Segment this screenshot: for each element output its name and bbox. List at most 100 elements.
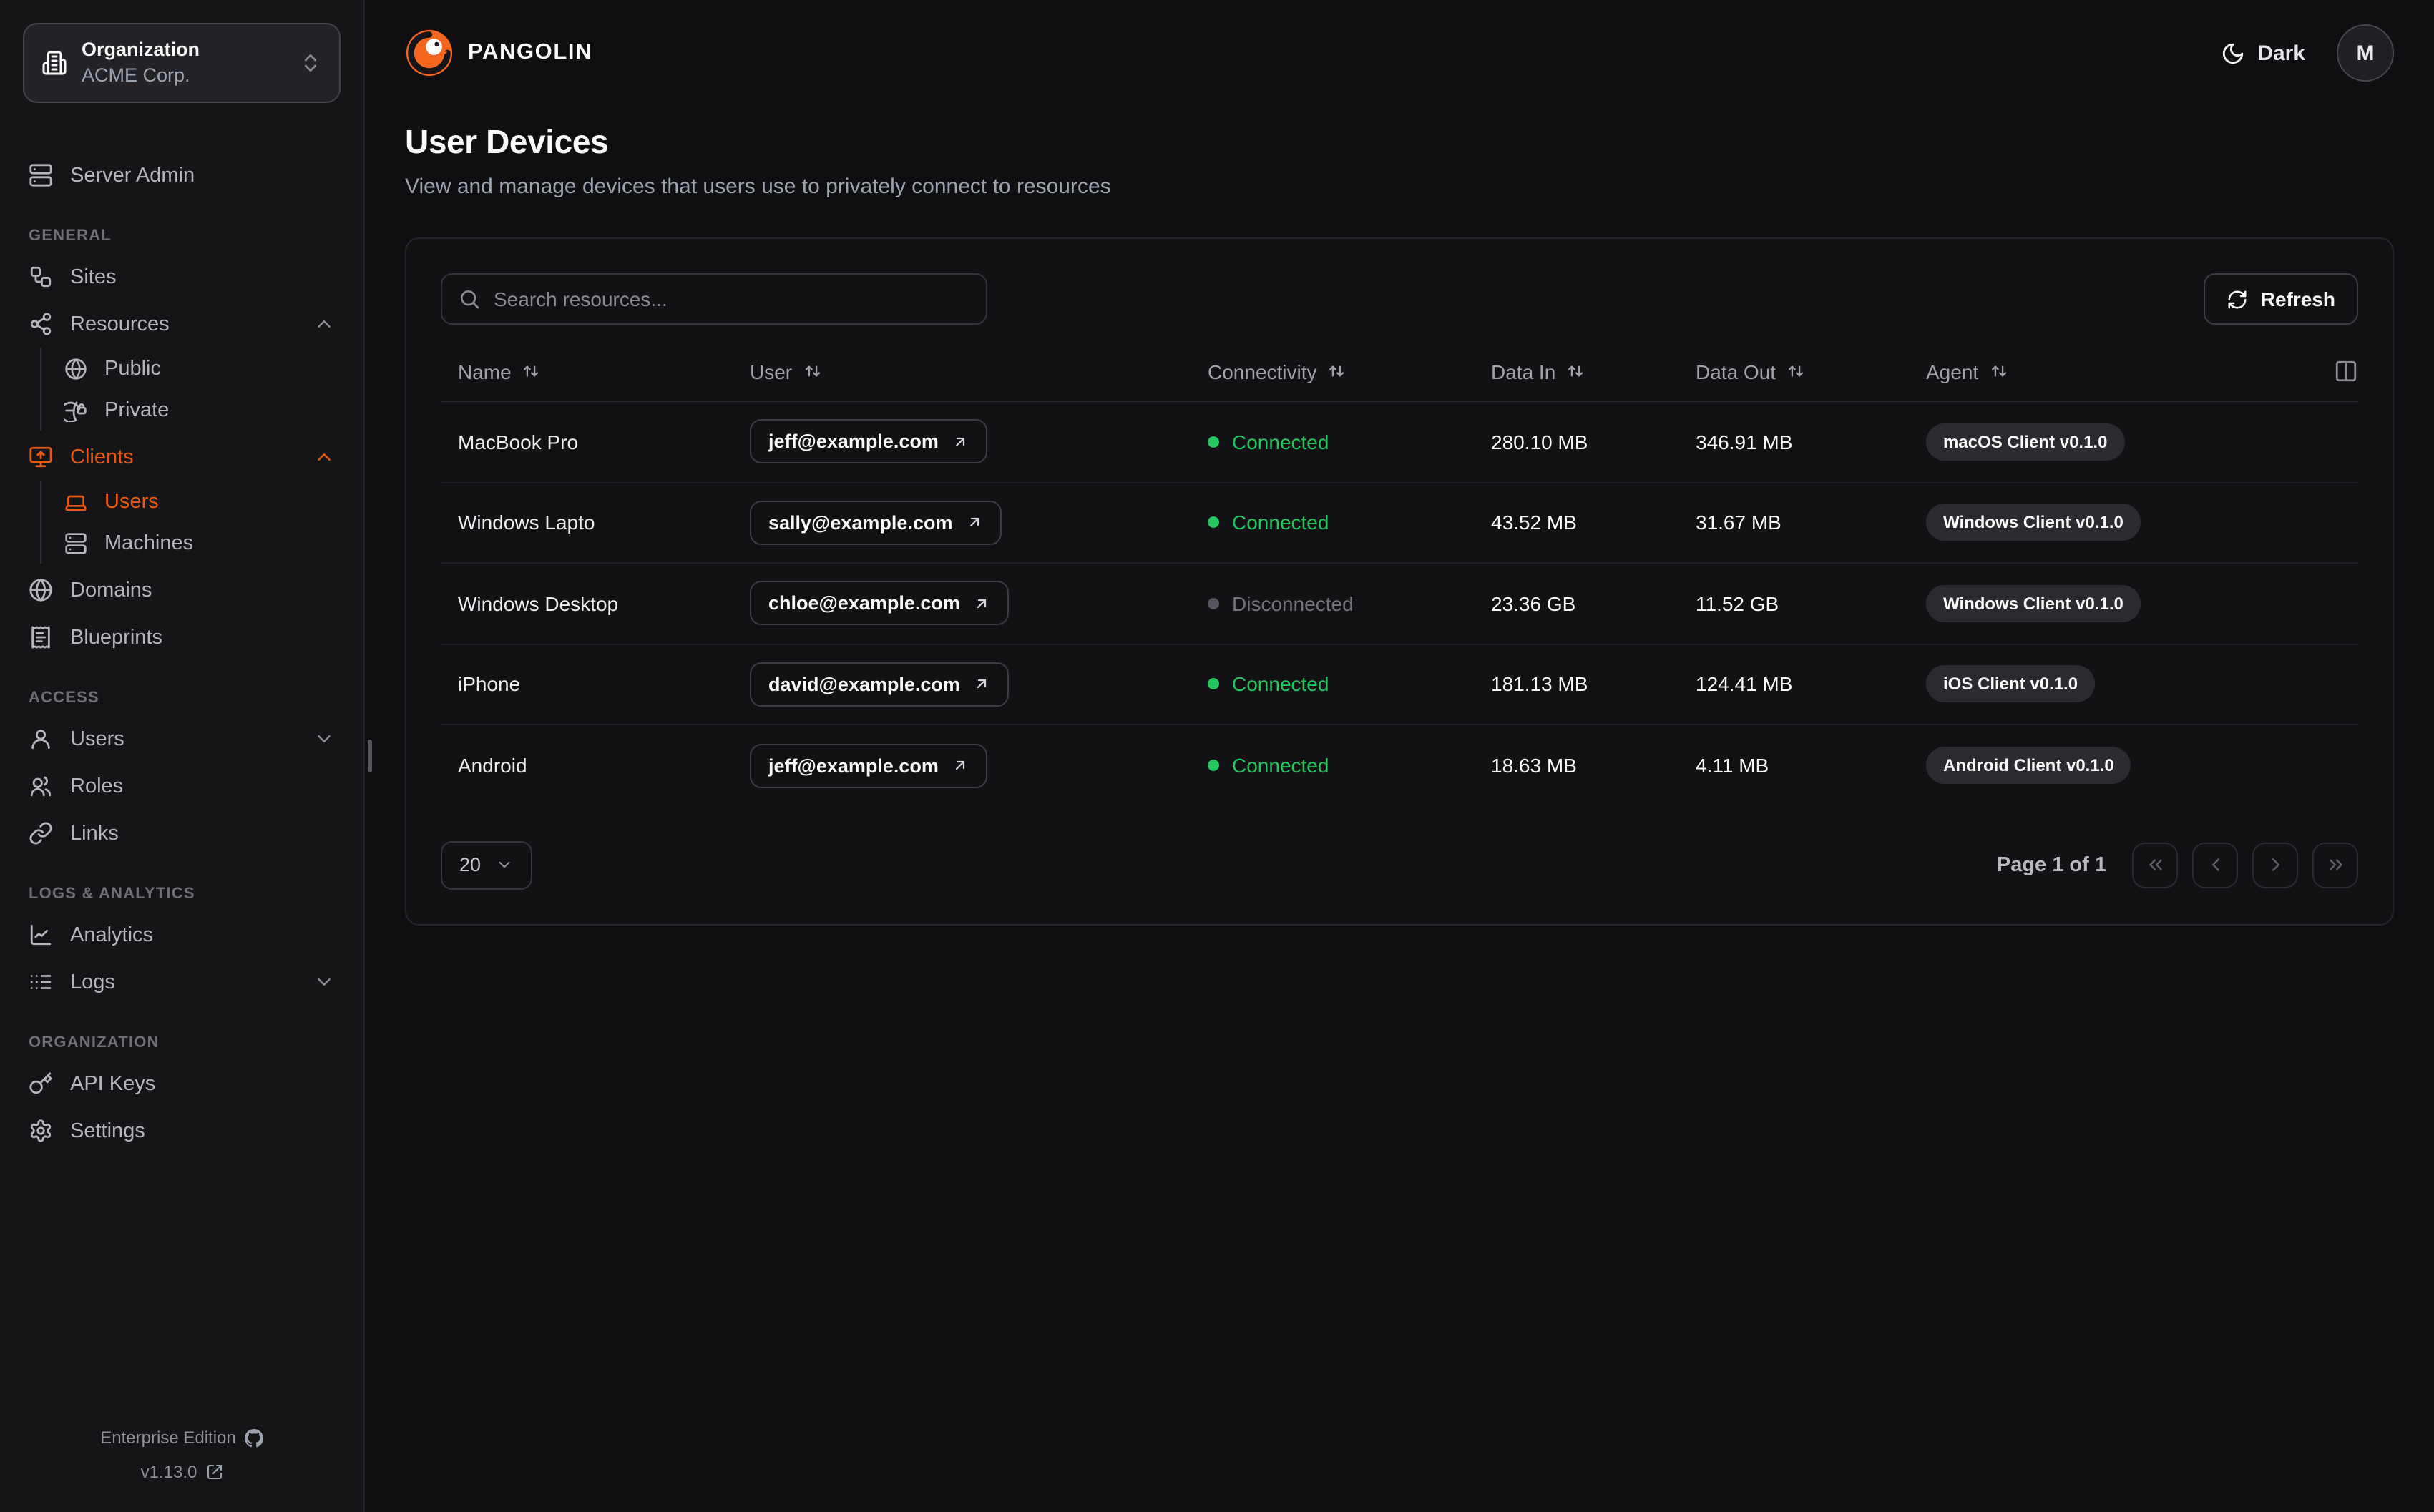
main-area: PANGOLIN Dark M User Devices View and ma… [365,0,2434,1512]
arrow-up-right-icon [952,433,969,451]
column-header-data-out[interactable]: Data Out [1696,360,1926,383]
sidebar-item-sites[interactable]: Sites [23,254,341,301]
refresh-button[interactable]: Refresh [2203,273,2358,325]
theme-toggle[interactable]: Dark [2220,41,2305,65]
data-in-value: 181.13 MB [1491,672,1588,696]
sidebar-scrollbar-thumb[interactable] [368,740,372,772]
server-icon [64,532,87,555]
sidebar-item-label: Resources [70,313,170,336]
globe-lock-icon [64,399,87,422]
pangolin-logo-icon [405,29,454,77]
sidebar-item-label: Settings [70,1119,145,1143]
chevron-down-icon[interactable] [313,972,335,993]
sidebar-item-private[interactable]: Private [59,390,341,431]
user-icon [29,727,53,752]
avatar[interactable]: M [2337,24,2394,82]
sidebar-item-public[interactable]: Public [59,348,341,390]
data-in-value: 18.63 MB [1491,754,1577,777]
page-label: Page 1 of 1 [1996,853,2106,876]
resources-children: Public Private [40,348,341,431]
chevrons-up-down-icon [299,51,322,74]
gear-icon [29,1119,53,1144]
chevron-up-icon[interactable] [313,314,335,335]
sidebar-item-settings[interactable]: Settings [23,1108,341,1155]
sidebar-item-clients[interactable]: Clients [23,434,341,481]
org-selector[interactable]: Organization ACME Corp. [23,23,341,104]
user-link-chip[interactable]: jeff@example.com [750,419,987,464]
page-content: User Devices View and manage devices tha… [365,106,2434,925]
sidebar-item-label: Roles [70,775,124,798]
agent-badge: Android Client v0.1.0 [1926,747,2131,785]
server-icon [29,164,53,188]
sidebar-item-api-keys[interactable]: API Keys [23,1061,341,1108]
column-header-user[interactable]: User [750,360,1208,383]
sidebar-item-blueprints[interactable]: Blueprints [23,614,341,662]
external-link-icon[interactable] [205,1463,223,1481]
sidebar-item-label: Clients [70,446,134,469]
sidebar-item-client-machines[interactable]: Machines [59,523,341,564]
github-icon[interactable] [244,1428,263,1447]
devices-card: Refresh Name User Con [405,237,2394,925]
refresh-icon [2227,288,2248,310]
link-icon [29,822,53,846]
agent-badge: Windows Client v0.1.0 [1926,504,2141,541]
search-icon [458,288,481,310]
sidebar-item-roles[interactable]: Roles [23,763,341,810]
data-out-value: 11.52 GB [1696,591,1779,615]
sidebar-item-domains[interactable]: Domains [23,567,341,614]
sidebar-item-label: Links [70,822,119,845]
table-header-row: Name User Connectivity Data In Data Out … [441,345,2358,402]
status-dot [1208,436,1219,448]
device-name: Windows Lapto [458,511,595,534]
first-page-button[interactable] [2132,842,2178,888]
column-header-agent[interactable]: Agent [1926,360,2307,383]
edition-label: Enterprise Edition [100,1428,236,1448]
column-header-name[interactable]: Name [441,360,750,383]
sidebar-item-label: Sites [70,265,117,289]
column-header-connectivity[interactable]: Connectivity [1208,360,1491,383]
user-link-chip[interactable]: sally@example.com [750,500,1002,545]
refresh-label: Refresh [2260,288,2335,310]
search-box[interactable] [441,273,987,325]
sort-icon [522,362,542,381]
chart-line-icon [29,923,53,948]
resources-icon [29,313,53,337]
table-footer: 20 Page 1 of 1 [441,840,2358,889]
sidebar-item-client-users[interactable]: Users [59,481,341,523]
column-header-data-in[interactable]: Data In [1491,360,1696,383]
arrow-up-right-icon [965,514,982,531]
user-link-chip[interactable]: david@example.com [750,662,1009,707]
sidebar-item-links[interactable]: Links [23,810,341,858]
data-out-value: 31.67 MB [1696,511,1781,534]
status-badge: Connected [1208,511,1491,534]
topbar-right: Dark M [2220,24,2394,82]
chevron-down-icon[interactable] [313,729,335,750]
chevron-up-icon[interactable] [313,447,335,468]
status-dot [1208,597,1219,609]
page-title: User Devices [405,123,609,160]
sort-icon [1327,362,1347,381]
logs-icon [29,971,53,995]
user-link-chip[interactable]: chloe@example.com [750,581,1009,626]
data-out-value: 124.41 MB [1696,672,1793,696]
prev-page-button[interactable] [2192,842,2238,888]
table-row: Windows Desktop chloe@example.com Discon… [441,564,2358,644]
sidebar-item-label: Private [104,398,170,422]
sidebar-item-analytics[interactable]: Analytics [23,912,341,959]
moon-icon [2220,41,2244,65]
building-icon [41,50,67,76]
sidebar-item-server-admin[interactable]: Server Admin [23,152,341,200]
page-size-select[interactable]: 20 [441,840,533,889]
data-in-value: 43.52 MB [1491,511,1577,534]
pagination: Page 1 of 1 [1997,842,2358,888]
brand[interactable]: PANGOLIN [405,29,592,77]
columns-toggle-icon[interactable] [2334,359,2358,383]
sidebar-item-logs[interactable]: Logs [23,959,341,1006]
sidebar-item-resources[interactable]: Resources [23,301,341,348]
next-page-button[interactable] [2252,842,2298,888]
last-page-button[interactable] [2312,842,2358,888]
page-size-value: 20 [459,854,482,875]
user-link-chip[interactable]: jeff@example.com [750,743,987,788]
sidebar-item-users[interactable]: Users [23,716,341,763]
search-input[interactable] [494,288,970,310]
